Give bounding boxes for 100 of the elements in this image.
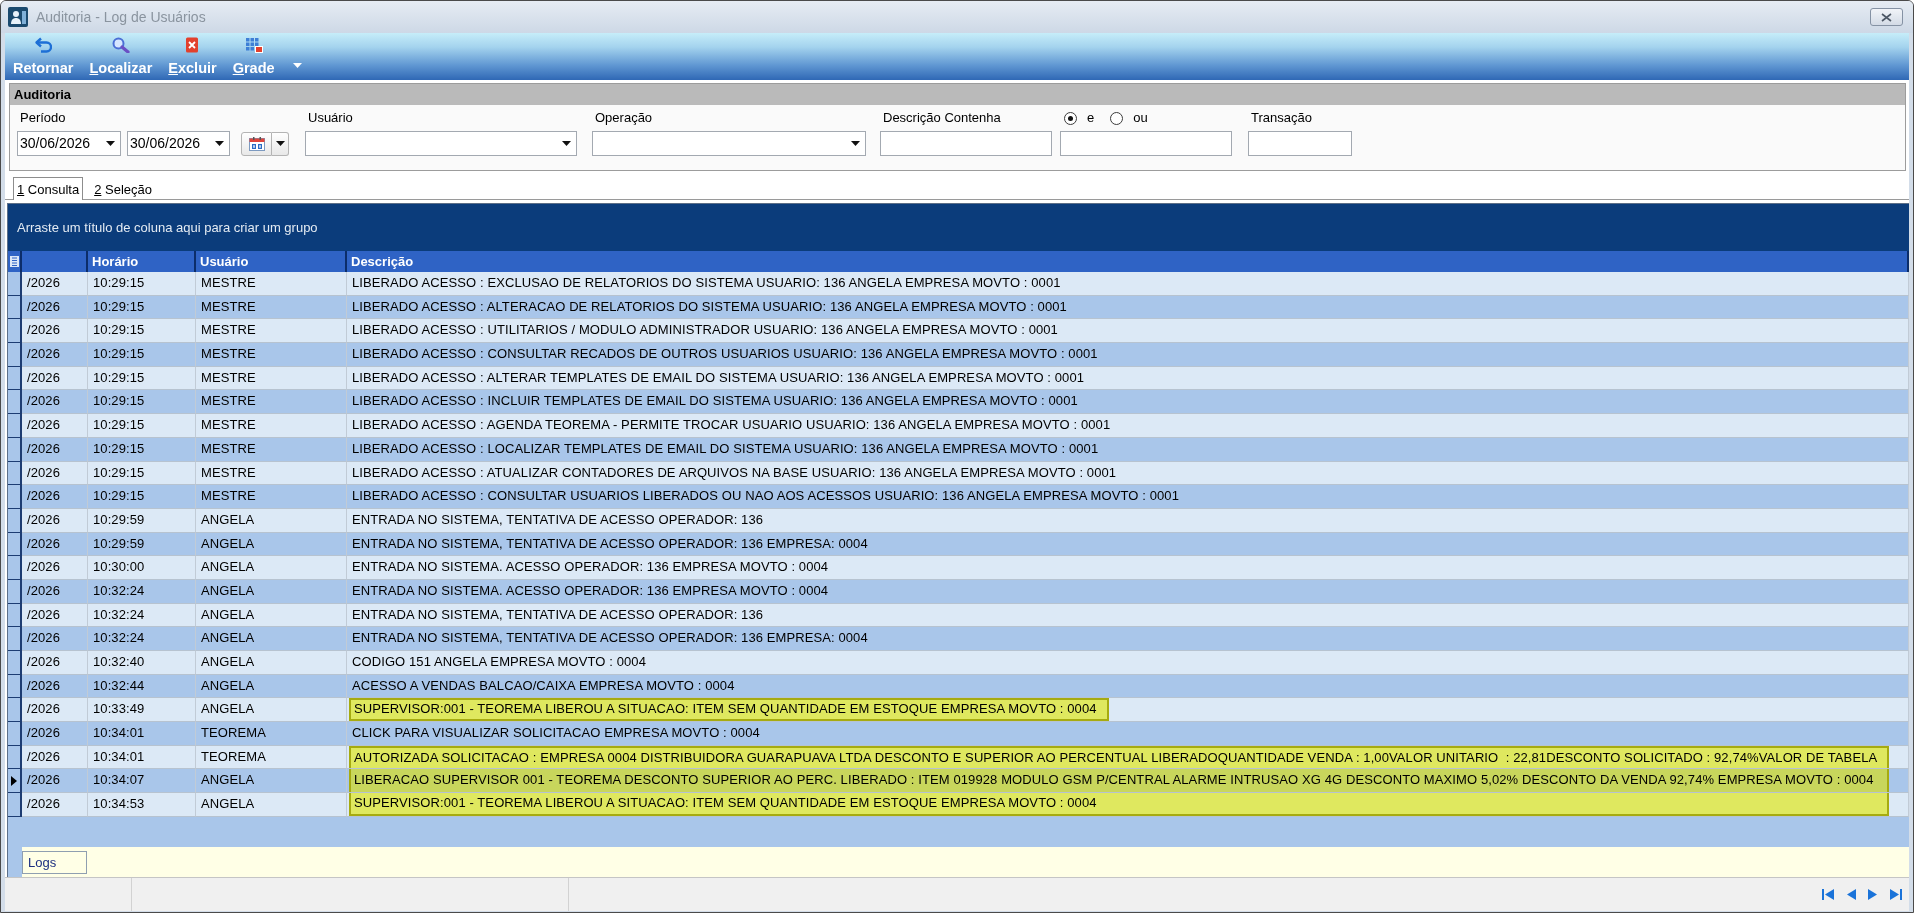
caret-icon — [562, 141, 571, 146]
dropdown-field[interactable]: 30/06/2026 — [127, 131, 230, 156]
table-row[interactable]: /2026 10:32:24 ANGELA ENTRADA NO SISTEMA. ACESSO OPERADOR: 136 EMPRESA MOVTO : 0004 — [8, 579, 1909, 604]
triangle-left-icon[interactable] — [1846, 889, 1856, 900]
row-selector[interactable] — [8, 651, 22, 675]
close-button[interactable] — [1870, 8, 1903, 26]
table-row[interactable]: /2026 10:32:44 ANGELA ACESSO A VENDAS BALCAO/CAIXA EMPRESA MOVTO : 0004 — [8, 674, 1909, 699]
table-cell: MESTRE — [196, 485, 347, 509]
radio-button[interactable] — [1110, 111, 1124, 125]
row-selector[interactable] — [8, 674, 22, 699]
table-cell: CODIGO 151 ANGELA EMPRESA MOVTO : 0004 — [347, 651, 1909, 675]
calendar-button[interactable] — [241, 131, 272, 156]
table-row[interactable]: /2026 10:29:15 MESTRE LIBERADO ACESSO : CONSULTAR USUARIOS LIBERADOS OU NAO AOS ACESSOS USUARIO: 136 ANGELA EMPRESA MOVTO : 0001 — [8, 485, 1909, 509]
toolbar-button[interactable]: Localizar — [85, 37, 157, 76]
table-row[interactable]: /2026 10:30:00 ANGELA ENTRADA NO SISTEMA. ACESSO OPERADOR: 136 EMPRESA MOVTO : 0004 — [8, 556, 1909, 580]
table-cell: /2026 — [22, 651, 88, 675]
table-cell: 10:29:15 — [88, 272, 196, 296]
table-row[interactable]: /2026 10:29:15 MESTRE LIBERADO ACESSO : UTILITARIOS / MODULO ADMINISTRADOR USUARIO: 136 ANGELA EMPRESA MOVTO : 0001 — [8, 319, 1909, 344]
input-field[interactable] — [1060, 131, 1232, 156]
table-row[interactable]: /2026 10:29:15 MESTRE LIBERADO ACESSO : ALTERAR TEMPLATES DE EMAIL DO SISTEMA USUARIO: 136 ANGELA EMPRESA MOVTO : 0001 — [8, 366, 1909, 391]
table-cell: 10:34:53 — [88, 793, 196, 817]
table-row[interactable]: /2026 10:34:01 TEOREMA CLICK PARA VISUALIZAR SOLICITACAO EMPRESA MOVTO : 0004 — [8, 722, 1909, 746]
table-cell: LIBERADO ACESSO : AGENDA TEOREMA - PERMITE TROCAR USUARIO USUARIO: 136 ANGELA EMPRESA MOVTO : 0001 — [347, 414, 1909, 438]
row-selector[interactable] — [8, 793, 22, 817]
table-row[interactable] — [8, 769, 1909, 794]
row-selector[interactable] — [8, 532, 22, 557]
skip-to-start-icon[interactable] — [1822, 889, 1834, 900]
row-selector[interactable] — [8, 722, 22, 746]
table-row[interactable]: /2026 10:29:59 ANGELA ENTRADA NO SISTEMA, TENTATIVA DE ACESSO OPERADOR: 136 — [8, 508, 1909, 533]
table-cell: /2026 — [22, 437, 88, 462]
table-row[interactable]: /2026 10:29:15 MESTRE LIBERADO ACESSO : EXCLUSAO DE RELATORIOS DO SISTEMA USUARIO: 136 ANGELA EMPRESA MOVTO : 0001 — [8, 272, 1909, 296]
row-selector[interactable] — [8, 343, 22, 367]
table-cell: SUPERVISOR:001 - TEOREMA LIBEROU A SITUACAO: ITEM SEM QUANTIDADE EM ESTOQUE EMPRESA MOVTO : 0004 — [347, 793, 1909, 817]
caret-icon — [106, 141, 115, 146]
row-selector[interactable] — [8, 627, 22, 651]
table-cell: /2026 — [22, 722, 88, 746]
tab[interactable]: 1 Consulta — [13, 177, 84, 200]
table-row[interactable]: /2026 10:34:53 ANGELA SUPERVISOR:001 - TEOREMA LIBEROU A SITUACAO: ITEM SEM QUANTIDADE EM ESTOQUE EMPRESA MOVTO : 0004 — [8, 793, 1909, 817]
table-cell: /2026 — [22, 485, 88, 509]
row-selector[interactable] — [8, 745, 22, 770]
list-icon[interactable] — [9, 256, 19, 267]
row-selector[interactable] — [8, 579, 22, 604]
toolbar-button[interactable]: Excluir — [164, 37, 221, 76]
table-cell: 10:29:15 — [88, 414, 196, 438]
row-selector[interactable] — [8, 461, 22, 486]
table-cell: /2026 — [22, 508, 88, 533]
table-cell: 10:32:40 — [88, 651, 196, 675]
table-cell: /2026 — [22, 556, 88, 580]
table-row[interactable]: /2026 10:29:15 MESTRE LIBERADO ACESSO : LOCALIZAR TEMPLATES DE EMAIL DO SISTEMA USUARIO: 136 ANGELA EMPRESA MOVTO : 0001 — [8, 437, 1909, 462]
table-row[interactable]: /2026 10:29:15 MESTRE LIBERADO ACESSO : AGENDA TEOREMA - PERMITE TROCAR USUARIO USUARIO: 136 ANGELA EMPRESA MOVTO : 0001 — [8, 414, 1909, 438]
table-cell: /2026 — [22, 272, 88, 296]
row-selector[interactable] — [8, 603, 22, 628]
table-row[interactable]: /2026 10:32:24 ANGELA ENTRADA NO SISTEMA, TENTATIVA DE ACESSO OPERADOR: 136 EMPRESA: 0004 — [8, 627, 1909, 651]
table-row[interactable] — [8, 745, 1909, 770]
row-selector[interactable] — [8, 485, 22, 509]
table-row[interactable]: /2026 10:32:40 ANGELA CODIGO 151 ANGELA EMPRESA MOVTO : 0004 — [8, 651, 1909, 675]
table-row[interactable]: /2026 10:29:15 MESTRE LIBERADO ACESSO : ATUALIZAR CONTADORES DE ARQUIVOS NA BASE USUARIO: 136 ANGELA EMPRESA MOVTO : 0001 — [8, 461, 1909, 486]
table-cell: 10:34:01 — [88, 722, 196, 746]
table-cell: 10:29:15 — [88, 437, 196, 462]
radio-button[interactable] — [1064, 111, 1077, 125]
row-selector[interactable] — [8, 272, 22, 296]
triangle-icon — [11, 775, 17, 786]
table-row[interactable]: /2026 10:33:49 ANGELA SUPERVISOR:001 - TEOREMA LIBEROU A SITUACAO: ITEM SEM QUANTIDADE EM ESTOQUE EMPRESA MOVTO : 0004 — [8, 698, 1909, 723]
toolbar-button[interactable]: Grade — [228, 37, 279, 76]
row-selector[interactable] — [8, 319, 22, 344]
table-row[interactable]: /2026 10:29:15 MESTRE LIBERADO ACESSO : ALTERACAO DE RELATORIOS DO SISTEMA USUARIO: 136 ANGELA EMPRESA MOVTO : 0001 — [8, 295, 1909, 320]
table-row[interactable]: /2026 10:29:15 MESTRE LIBERADO ACESSO : INCLUIR TEMPLATES DE EMAIL DO SISTEMA USUARIO: 136 ANGELA EMPRESA MOVTO : 0001 — [8, 390, 1909, 415]
input-field[interactable] — [1248, 131, 1352, 156]
caret-icon[interactable] — [292, 63, 302, 68]
row-selector[interactable] — [8, 390, 22, 415]
row-selector[interactable] — [8, 437, 22, 462]
input-field[interactable] — [880, 131, 1052, 156]
row-selector[interactable] — [8, 508, 22, 533]
table-cell: AUTORIZADA SOLICITACAO : EMPRESA 0004 DISTRIBUIDORA GUARAPUAVA LTDA DESCONTO E SUPERIOR AO PERCENTUAL LIBERADOQUANTIDADE VENDA : 1,00VALOR UNITARIO : 22,81DESCONTO SOLICITADO : 92,74%VALOR DE TABELA — [347, 745, 1909, 770]
table-cell: CLICK PARA VISUALIZAR SOLICITACAO EMPRESA MOVTO : 0004 — [347, 722, 1909, 746]
skip-to-end-icon[interactable] — [1890, 889, 1902, 900]
table-row[interactable]: /2026 10:29:15 MESTRE LIBERADO ACESSO : CONSULTAR RECADOS DE OUTROS USUARIOS USUARIO: 136 ANGELA EMPRESA MOVTO : 0001 — [8, 343, 1909, 367]
table-cell: 10:30:00 — [88, 556, 196, 580]
tab[interactable]: 2 Seleção — [90, 177, 156, 200]
row-selector[interactable] — [8, 769, 22, 794]
table-cell: /2026 — [22, 343, 88, 367]
row-selector[interactable] — [8, 698, 22, 723]
table-cell: 10:32:24 — [88, 579, 196, 604]
row-selector[interactable] — [8, 295, 22, 320]
table-cell: ANGELA — [196, 651, 347, 675]
table-cell: 10:29:15 — [88, 485, 196, 509]
caret-icon — [215, 141, 224, 146]
triangle-right-icon[interactable] — [1868, 889, 1878, 900]
table-cell: 10:29:59 — [88, 508, 196, 533]
table-row[interactable]: /2026 10:29:59 ANGELA ENTRADA NO SISTEMA, TENTATIVA DE ACESSO OPERADOR: 136 EMPRESA: 0004 — [8, 532, 1909, 557]
row-selector[interactable] — [8, 556, 22, 580]
dropdown-field[interactable] — [305, 131, 577, 156]
row-selector[interactable] — [8, 366, 22, 391]
table-cell: /2026 — [22, 793, 88, 817]
dropdown-button[interactable] — [272, 131, 289, 156]
dropdown-field[interactable] — [592, 131, 866, 156]
table-row[interactable]: /2026 10:32:24 ANGELA ENTRADA NO SISTEMA, TENTATIVA DE ACESSO OPERADOR: 136 — [8, 603, 1909, 628]
close-icon — [1881, 12, 1892, 22]
row-selector[interactable] — [8, 414, 22, 438]
dropdown-field[interactable]: 30/06/2026 — [17, 131, 121, 156]
